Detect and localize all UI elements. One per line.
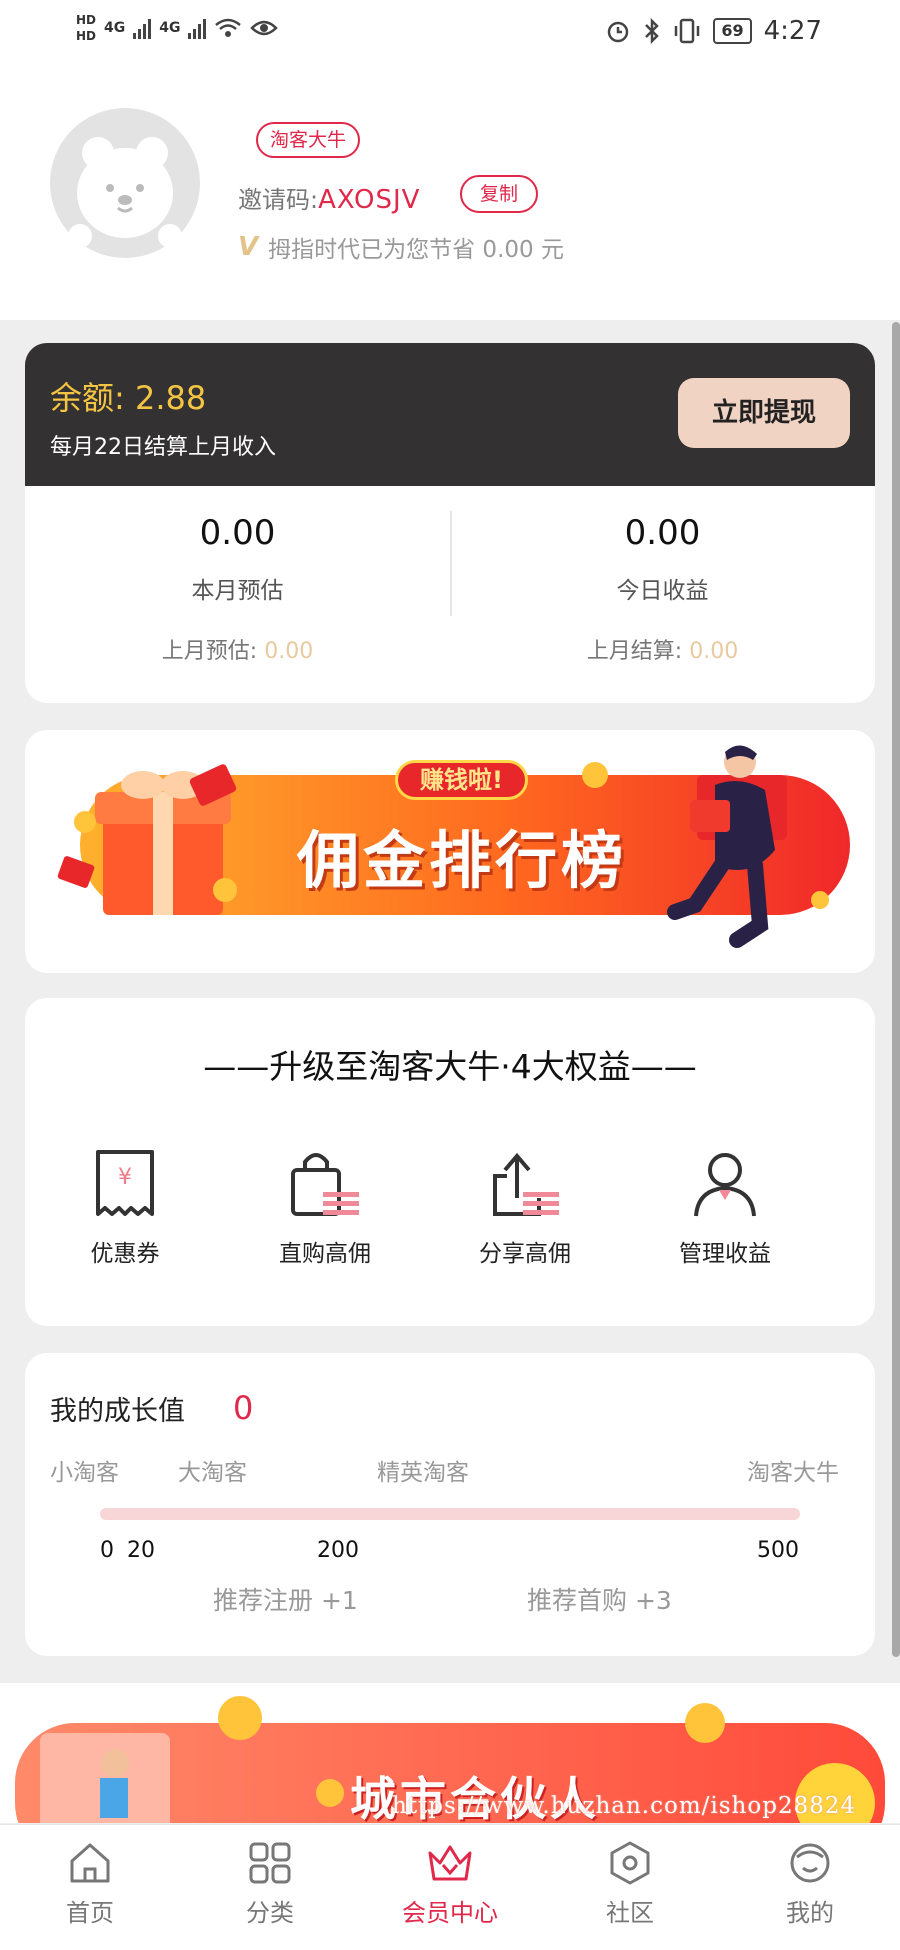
- balance-card: 余额: 2.88 每月22日结算上月收入 立即提现 0.00 本月预估 上月预估…: [25, 343, 875, 703]
- benefit-coupon[interactable]: ¥ 优惠券: [25, 1148, 225, 1268]
- user-manage-icon: [694, 1153, 756, 1217]
- face-icon: [790, 1843, 830, 1883]
- today-income-label: 今日收益: [616, 578, 709, 604]
- nav-label: 会员中心: [402, 1899, 498, 1927]
- growth-progress-bar: [100, 1508, 800, 1520]
- svg-text:¥: ¥: [118, 1165, 132, 1190]
- benefit-manage-income[interactable]: 管理收益: [625, 1148, 825, 1268]
- today-income-value: 0.00: [624, 513, 701, 553]
- grid-icon: [249, 1842, 291, 1884]
- nav-label: 首页: [66, 1899, 114, 1927]
- benefits-title: ——升级至淘客大牛·4大权益——: [203, 1047, 697, 1086]
- month-estimate-value: 0.00: [199, 513, 276, 553]
- shopping-bag-icon: [291, 1153, 359, 1216]
- banner-tag: 赚钱啦!: [395, 760, 528, 800]
- savings-text: 拇指时代已为您节省 0.00 元: [268, 237, 564, 263]
- nav-category[interactable]: 分类: [180, 1825, 360, 1950]
- status-bar: HD HD 4G 4G 69 4:27: [0, 0, 900, 70]
- signal-label-2: 4G: [159, 20, 181, 36]
- status-bar-left: HD HD 4G 4G: [76, 12, 279, 44]
- v-logo-icon: V: [238, 232, 259, 262]
- benefit-share[interactable]: 分享高佣: [425, 1148, 625, 1268]
- balance-amount: 余额: 2.88: [50, 379, 207, 417]
- benefits-card: ——升级至淘客大牛·4大权益—— ¥ 优惠券 直购高佣 分享高佣 管理收益: [25, 998, 875, 1326]
- level-label: 淘客大牛: [747, 1460, 839, 1486]
- copy-button[interactable]: 复制: [460, 175, 539, 213]
- alarm-icon: [608, 21, 629, 43]
- avatar[interactable]: [50, 108, 200, 258]
- invite-code: AXOSJV: [318, 185, 421, 215]
- hd-label-1: HD: [76, 13, 97, 27]
- bottom-nav: 首页 分类 会员中心 社区 我的: [0, 1824, 900, 1950]
- signal-label-1: 4G: [104, 20, 126, 36]
- invite-code-row: 邀请码:AXOSJV: [238, 180, 420, 215]
- vibrate-icon: [675, 18, 700, 44]
- today-income-stat[interactable]: 0.00 今日收益 上月结算: 0.00: [450, 513, 875, 665]
- last-month-settle-label: 上月结算:: [586, 639, 683, 664]
- last-month-estimate-value: 0.00: [264, 639, 314, 664]
- nav-label: 社区: [606, 1899, 654, 1927]
- scrollbar[interactable]: [892, 322, 900, 1657]
- wifi-icon: [215, 18, 242, 37]
- level-label: 精英淘客: [377, 1460, 469, 1486]
- banner-title: 佣金排行榜: [297, 824, 628, 897]
- rule-register: 推荐注册 +1: [213, 1586, 358, 1615]
- hd-indicator: HD HD: [76, 12, 96, 44]
- last-month-settle-value: 0.00: [689, 639, 739, 664]
- bear-avatar-icon: [68, 137, 182, 248]
- signal-icon-2: [188, 17, 207, 39]
- crown-icon: [428, 1845, 472, 1881]
- settle-note: 每月22日结算上月收入: [50, 435, 276, 460]
- tick-label: 200: [317, 1538, 359, 1563]
- nav-label: 分类: [246, 1899, 294, 1927]
- hd-label-2: HD: [76, 29, 97, 43]
- invite-label: 邀请码:: [238, 186, 319, 214]
- tick-label: 20: [127, 1538, 155, 1563]
- last-month-estimate: 上月预估: 0.00: [25, 633, 450, 665]
- bluetooth-icon: [645, 18, 660, 44]
- benefit-label: 管理收益: [679, 1241, 771, 1267]
- battery-indicator: 69: [713, 18, 752, 44]
- nav-home[interactable]: 首页: [0, 1825, 180, 1950]
- level-label: 小淘客: [50, 1460, 119, 1486]
- benefit-label: 直购高佣: [279, 1241, 371, 1267]
- watermark: https://www.huzhan.com/ishop28824: [392, 1793, 857, 1819]
- coupon-icon: ¥: [96, 1150, 154, 1216]
- profile-header: 淘客大牛 邀请码:AXOSJV 复制 V 拇指时代已为您节省 0.00 元: [0, 70, 900, 320]
- savings-row: V 拇指时代已为您节省 0.00 元: [238, 230, 564, 264]
- month-estimate-stat[interactable]: 0.00 本月预估 上月预估: 0.00: [25, 513, 450, 665]
- status-bar-right: 69 4:27: [605, 16, 822, 46]
- rule-first-purchase: 推荐首购 +3: [527, 1586, 672, 1615]
- balance-header: 余额: 2.88 每月22日结算上月收入 立即提现: [25, 343, 875, 486]
- nav-label: 我的: [786, 1899, 834, 1927]
- share-icon: [493, 1152, 559, 1216]
- last-month-settle: 上月结算: 0.00: [450, 633, 875, 665]
- level-label: 大淘客: [178, 1460, 247, 1486]
- signal-icon: [133, 17, 152, 39]
- nav-member-center[interactable]: 会员中心: [360, 1825, 540, 1950]
- benefit-label: 分享高佣: [479, 1241, 571, 1267]
- hexagon-icon: [610, 1841, 650, 1885]
- tick-label: 0: [100, 1538, 114, 1563]
- month-estimate-label: 本月预估: [191, 578, 284, 604]
- benefit-direct-buy[interactable]: 直购高佣: [225, 1148, 425, 1268]
- growth-title: 我的成长值: [50, 1396, 185, 1427]
- last-month-estimate-label: 上月预估:: [161, 639, 258, 664]
- withdraw-button[interactable]: 立即提现: [678, 378, 850, 448]
- clock: 4:27: [763, 16, 822, 46]
- home-icon: [70, 1843, 110, 1883]
- eye-icon: [250, 20, 279, 36]
- growth-value: 0: [233, 1389, 254, 1427]
- growth-card: 我的成长值 0 小淘客 大淘客 精英淘客 淘客大牛 0 20 200 500 推…: [25, 1353, 875, 1656]
- commission-ranking-banner[interactable]: 赚钱啦! 佣金排行榜: [25, 730, 875, 973]
- tick-label: 500: [757, 1538, 799, 1563]
- benefit-label: 优惠券: [90, 1241, 160, 1267]
- nav-mine[interactable]: 我的: [720, 1825, 900, 1950]
- nav-community[interactable]: 社区: [540, 1825, 720, 1950]
- level-badge: 淘客大牛: [256, 122, 361, 158]
